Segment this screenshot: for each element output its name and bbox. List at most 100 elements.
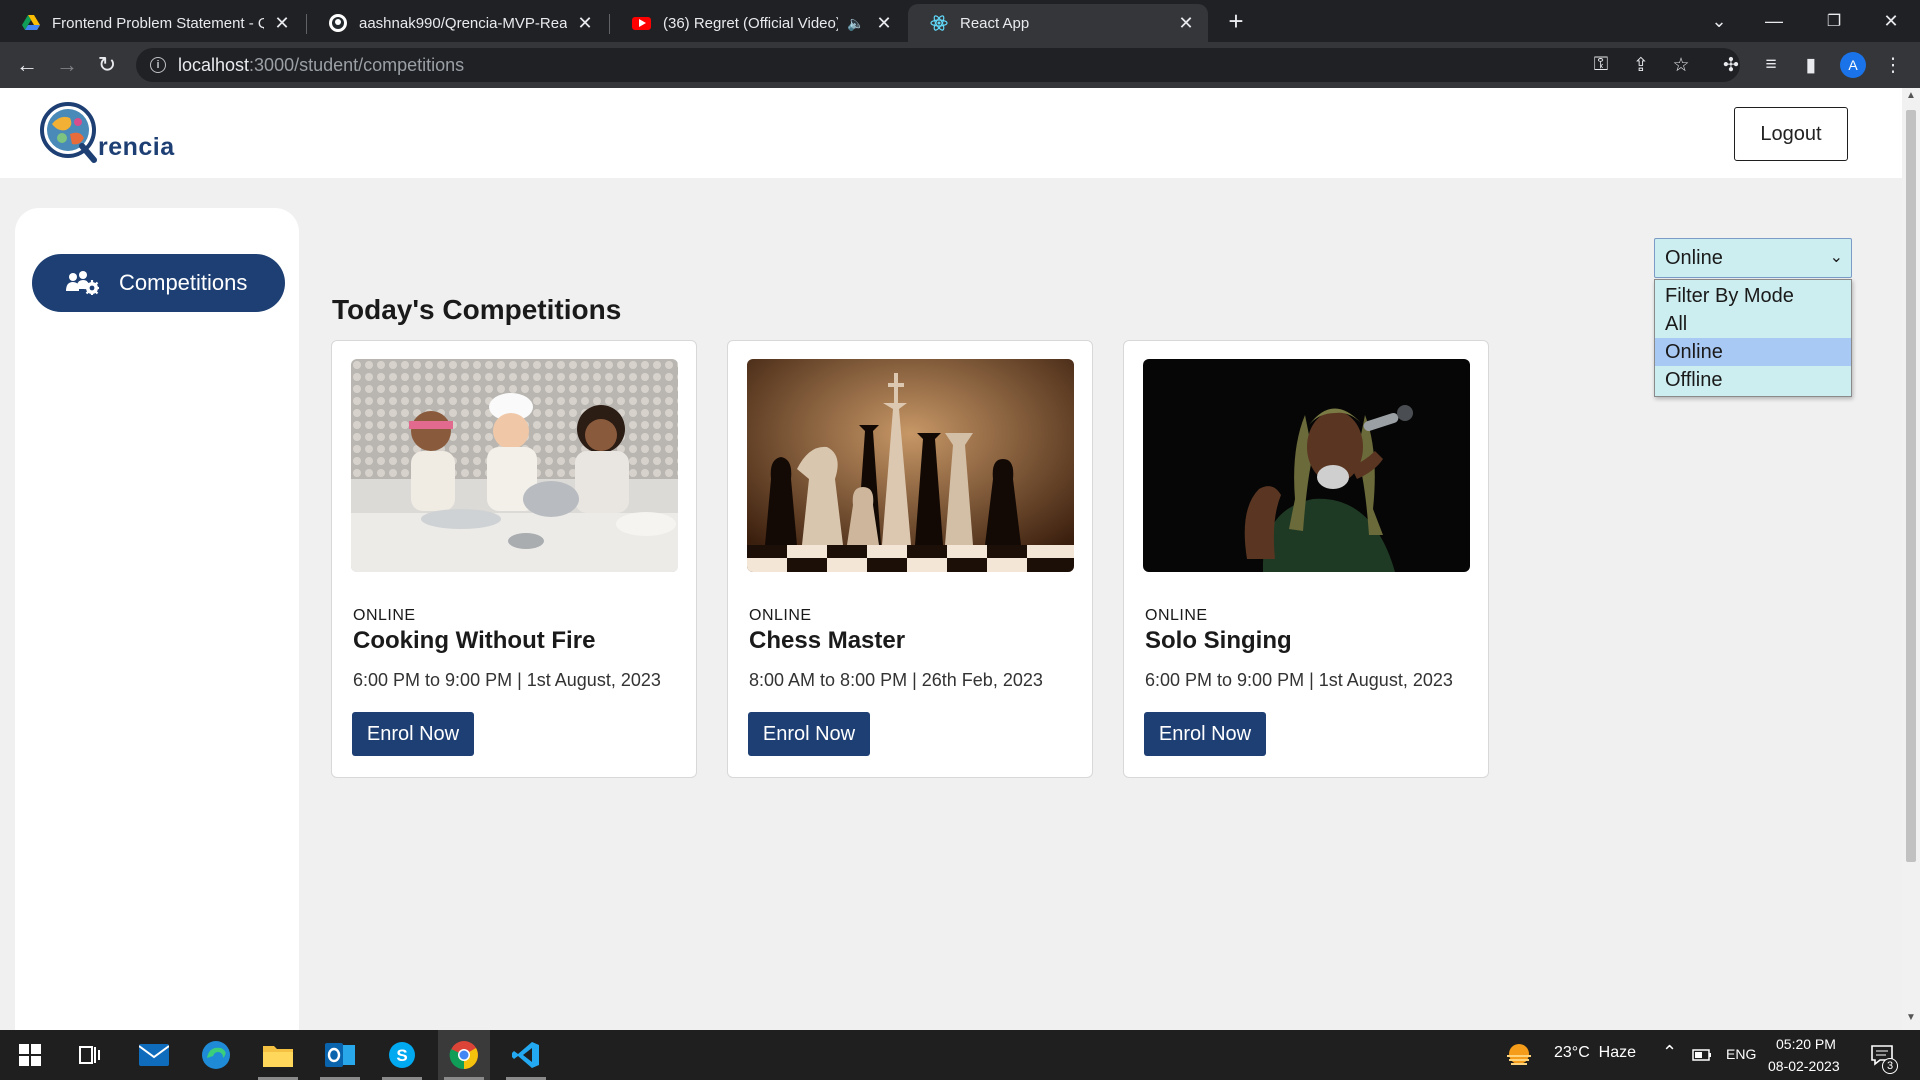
task-view-icon[interactable] [64, 1030, 116, 1080]
logo-globe-icon [40, 102, 97, 163]
tab-google-drive[interactable]: Frontend Problem Statement - Q ✕ [0, 4, 304, 42]
competition-schedule: 6:00 PM to 9:00 PM | 1st August, 2023 [353, 670, 661, 690]
file-explorer-icon[interactable] [252, 1030, 304, 1080]
competition-name: Cooking Without Fire [353, 627, 596, 654]
battery-icon[interactable] [1690, 1030, 1714, 1080]
browser-toolbar: ← → ↻ i localhost:3000/student/competiti… [0, 42, 1920, 88]
sidebar-item-label: Competitions [119, 270, 248, 295]
close-icon[interactable]: ✕ [575, 13, 595, 34]
windows-start-icon[interactable] [4, 1030, 56, 1080]
reload-button[interactable]: ↻ [92, 50, 122, 80]
forward-button[interactable]: → [52, 50, 82, 80]
outlook-icon[interactable] [314, 1030, 366, 1080]
enrol-now-button[interactable]: Enrol Now [748, 712, 870, 756]
notification-center-icon[interactable] [1862, 1030, 1902, 1080]
competition-card: ONLINE Solo Singing 6:00 PM to 9:00 PM |… [1123, 340, 1489, 778]
mode-filter-select[interactable]: Online ⌄ [1654, 238, 1852, 278]
filter-option-online[interactable]: Online [1655, 338, 1851, 366]
enrol-now-button[interactable]: Enrol Now [1144, 712, 1266, 756]
close-icon[interactable]: ✕ [272, 13, 292, 34]
youtube-icon [632, 16, 651, 30]
close-icon[interactable]: ✕ [1176, 13, 1196, 34]
react-icon [930, 14, 948, 32]
clock-date[interactable]: 08-02-2023 [1768, 1058, 1840, 1074]
scrollbar-thumb[interactable] [1906, 110, 1916, 862]
page-scrollbar[interactable]: ▲ ▼ [1902, 88, 1920, 1030]
clock-time[interactable]: 05:20 PM [1776, 1036, 1836, 1052]
browser-tab-strip: Frontend Problem Statement - Q ✕ aashnak… [0, 0, 1920, 42]
enrol-now-button[interactable]: Enrol Now [352, 712, 474, 756]
tab-title: Frontend Problem Statement - Q [52, 14, 264, 32]
chevron-down-icon: ⌄ [1829, 249, 1843, 266]
profile-avatar[interactable]: A [1840, 52, 1866, 78]
section-title: Today's Competitions [332, 294, 622, 325]
extensions-puzzle-icon[interactable]: ✣ [1716, 50, 1746, 80]
scroll-down-icon[interactable]: ▼ [1906, 1012, 1916, 1026]
page-content: rencia Logout Competitions Online ⌄ Filt… [0, 88, 1902, 1030]
tab-title: React App [960, 14, 1030, 32]
competition-name: Chess Master [749, 627, 906, 654]
password-key-icon[interactable]: ⚿ [1586, 50, 1616, 80]
menu-kebab-icon[interactable]: ⋮ [1878, 50, 1908, 80]
tab-github[interactable]: aashnak990/Qrencia-MVP-React- ✕ [307, 4, 607, 42]
new-tab-button[interactable]: + [1222, 8, 1250, 36]
tab-search-chevron-icon[interactable]: ⌄ [1690, 0, 1748, 42]
logo-wordmark: rencia [98, 133, 175, 161]
share-icon[interactable]: ⇪ [1626, 50, 1656, 80]
competition-image-cooking [351, 359, 678, 572]
edge-browser-icon[interactable] [190, 1030, 242, 1080]
close-window-button[interactable]: ✕ [1862, 0, 1920, 42]
competition-schedule: 6:00 PM to 9:00 PM | 1st August, 2023 [1145, 670, 1453, 690]
tab-react-app[interactable]: React App ✕ [908, 4, 1208, 42]
filter-option-filter-by-mode[interactable]: Filter By Mode [1655, 282, 1851, 310]
speaker-icon[interactable]: 🔈 [846, 15, 866, 32]
close-icon[interactable]: ✕ [874, 13, 894, 34]
competition-mode: ONLINE [1145, 607, 1208, 624]
competition-card: ONLINE Cooking Without Fire 6:00 PM to 9… [331, 340, 697, 778]
weather-haze-icon[interactable] [1502, 1030, 1536, 1080]
site-info-icon[interactable]: i [150, 57, 166, 73]
bookmark-star-icon[interactable]: ☆ [1666, 50, 1696, 80]
minimize-button[interactable]: — [1745, 0, 1803, 42]
github-icon [329, 14, 347, 32]
mode-filter-options: Filter By Mode All Online Offline [1654, 279, 1852, 397]
users-gear-icon [66, 271, 99, 295]
back-button[interactable]: ← [12, 50, 42, 80]
filter-selected-value: Online [1665, 246, 1723, 269]
sidebar-item-competitions[interactable]: Competitions [32, 254, 285, 312]
url-path: :3000/student/competitions [249, 54, 465, 75]
competition-image-chess [747, 359, 1074, 572]
address-bar[interactable]: i localhost:3000/student/competitions [136, 48, 1740, 82]
vscode-icon[interactable] [500, 1030, 552, 1080]
filter-option-offline[interactable]: Offline [1655, 366, 1851, 394]
windows-taskbar: S 23°C Haze ⌃ ENG 05:20 PM 08-02-2023 3 [0, 1030, 1920, 1080]
chrome-icon[interactable] [438, 1030, 490, 1080]
competition-card: ONLINE Chess Master 8:00 AM to 8:00 PM |… [727, 340, 1093, 778]
competition-mode: ONLINE [353, 607, 416, 624]
url-host: localhost [178, 54, 250, 75]
qrencia-logo[interactable]: rencia [38, 100, 175, 164]
tab-title: aashnak990/Qrencia-MVP-React- [359, 14, 567, 32]
svg-text:S: S [396, 1046, 407, 1065]
tab-title: (36) Regret (Official Video) | A [663, 14, 838, 32]
competition-mode: ONLINE [749, 607, 812, 624]
skype-icon[interactable]: S [376, 1030, 428, 1080]
tab-youtube[interactable]: (36) Regret (Official Video) | A 🔈 ✕ [610, 4, 906, 42]
logout-button[interactable]: Logout [1734, 107, 1848, 161]
competition-image-singing [1143, 359, 1470, 572]
app-header: rencia Logout [0, 88, 1902, 178]
chevron-up-icon[interactable]: ⌃ [1662, 1042, 1677, 1063]
google-drive-icon [22, 14, 40, 32]
filter-option-all[interactable]: All [1655, 310, 1851, 338]
notification-count-badge: 3 [1882, 1058, 1898, 1074]
restore-button[interactable]: ❐ [1805, 0, 1863, 42]
media-controls-icon[interactable]: ≡ [1756, 50, 1786, 80]
language-indicator[interactable]: ENG [1726, 1046, 1756, 1062]
mail-icon[interactable] [128, 1030, 180, 1080]
competition-name: Solo Singing [1145, 627, 1292, 654]
side-panel-icon[interactable]: ▮ [1796, 50, 1826, 80]
weather-text[interactable]: 23°C Haze [1554, 1044, 1636, 1062]
sidebar: Competitions [15, 208, 299, 1030]
scroll-up-icon[interactable]: ▲ [1906, 90, 1916, 104]
competition-schedule: 8:00 AM to 8:00 PM | 26th Feb, 2023 [749, 670, 1043, 690]
